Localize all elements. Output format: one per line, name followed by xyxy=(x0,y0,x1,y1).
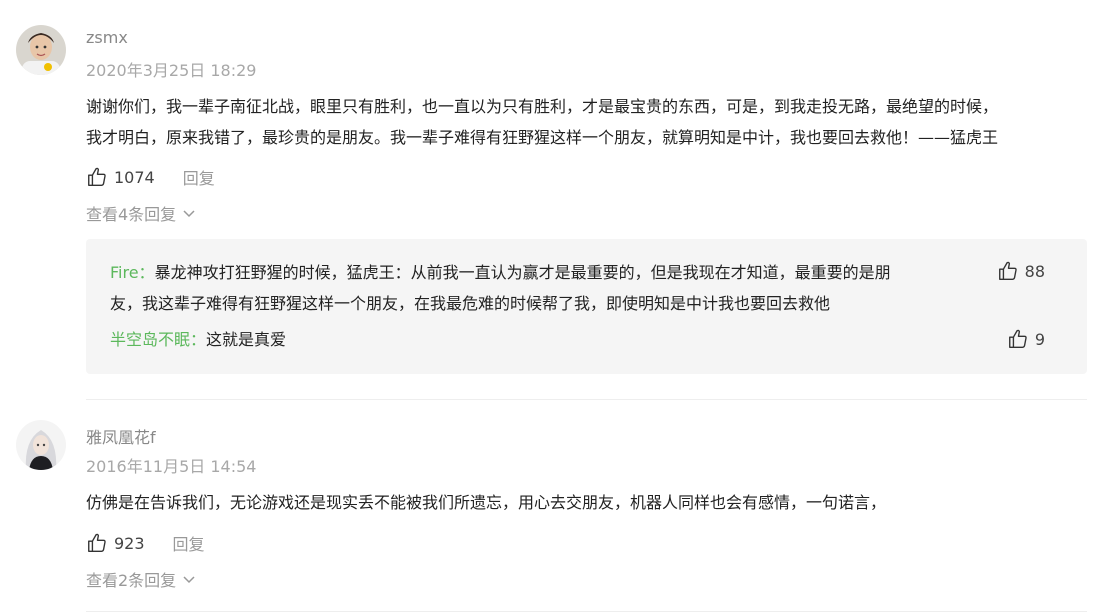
reply-text-line: 友，我这辈子难得有狂野猩这样一个朋友，在我最危难的时候帮了我，即使明知是中计我也… xyxy=(110,294,831,313)
timestamp: 2016年11月5日 14:54 xyxy=(86,457,257,476)
comment-text-line: 我才明白，原来我错了，最珍贵的是朋友。我一辈子难得有狂野猩这样一个朋友，就算明知… xyxy=(86,128,999,147)
thumbs-up-icon[interactable] xyxy=(86,532,108,554)
avatar[interactable] xyxy=(16,25,66,75)
like-count: 9 xyxy=(1034,329,1045,349)
reply-text-line: 暴龙神攻打狂野猩的时候，猛虎王：从前我一直认为赢才是最重要的，但是我现在才知道，… xyxy=(154,263,891,282)
timestamp: 2020年3月25日 18:29 xyxy=(86,61,257,80)
thumbs-up-icon[interactable] xyxy=(1007,328,1029,350)
comment-text-line: 谢谢你们，我一辈子南征北战，眼里只有胜利，也一直以为只有胜利，才是最宝贵的东西，… xyxy=(86,97,999,116)
thumbs-up-icon[interactable] xyxy=(997,260,1019,282)
reply-button[interactable]: 回复 xyxy=(183,165,215,189)
comment-divider xyxy=(86,399,1087,400)
like-count: 88 xyxy=(1024,261,1045,281)
thumbs-up-icon[interactable] xyxy=(86,166,108,188)
reply-author[interactable]: Fire： xyxy=(110,263,155,282)
view-replies-label: 查看4条回复 xyxy=(86,205,177,224)
reply-like: 9 xyxy=(1007,328,1045,350)
view-replies-button[interactable]: 查看4条回复 xyxy=(86,201,196,225)
comment-actions: 923 回复 xyxy=(86,531,205,555)
view-replies-button[interactable]: 查看2条回复 xyxy=(86,567,196,591)
avatar-image xyxy=(16,420,66,470)
comment-text-line: 仿佛是在告诉我们，无论游戏还是现实丢不能被我们所遗忘，用心去交朋友，机器人同样也… xyxy=(86,493,887,512)
comment-divider xyxy=(86,611,1087,612)
comment-content: 谢谢你们，我一辈子南征北战，眼里只有胜利，也一直以为只有胜利，才是最宝贵的东西，… xyxy=(86,91,1086,153)
reply-author[interactable]: 半空岛不眠： xyxy=(110,330,206,349)
chevron-down-icon xyxy=(183,210,195,218)
reply-text-line: 这就是真爱 xyxy=(206,330,287,349)
like-count: 923 xyxy=(114,533,145,553)
avatar-image xyxy=(16,25,66,75)
chevron-down-icon xyxy=(183,576,195,584)
username[interactable]: 雅凤凰花f xyxy=(86,424,156,448)
avatar[interactable] xyxy=(16,420,66,470)
reply-item: 半空岛不眠：这就是真爱 xyxy=(110,324,990,355)
reply-item: Fire：暴龙神攻打狂野猩的时候，猛虎王：从前我一直认为赢才是最重要的，但是我现… xyxy=(110,257,990,319)
replies-panel: Fire：暴龙神攻打狂野猩的时候，猛虎王：从前我一直认为赢才是最重要的，但是我现… xyxy=(86,239,1087,374)
comment-content: 仿佛是在告诉我们，无论游戏还是现实丢不能被我们所遗忘，用心去交朋友，机器人同样也… xyxy=(86,487,1086,518)
comment-actions: 1074 回复 xyxy=(86,165,215,189)
reply-like: 88 xyxy=(997,260,1045,282)
reply-button[interactable]: 回复 xyxy=(173,531,205,555)
like-count: 1074 xyxy=(114,167,155,187)
view-replies-label: 查看2条回复 xyxy=(86,571,177,590)
username[interactable]: zsmx xyxy=(86,28,128,47)
